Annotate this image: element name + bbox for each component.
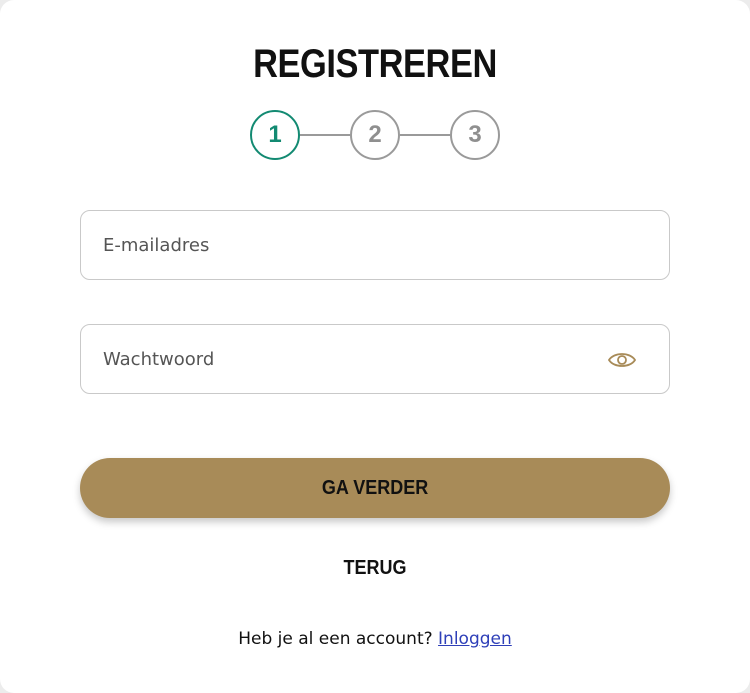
step-1: 1 xyxy=(250,110,300,160)
step-indicator: 1 2 3 xyxy=(250,110,500,160)
login-prompt: Heb je al een account? Inloggen xyxy=(0,629,750,649)
back-button-label: TERUG xyxy=(343,556,407,579)
login-link[interactable]: Inloggen xyxy=(438,629,512,649)
step-3: 3 xyxy=(450,110,500,160)
email-field[interactable] xyxy=(81,211,669,279)
back-button[interactable]: TERUG xyxy=(300,552,450,584)
step-connector xyxy=(300,134,350,136)
password-field[interactable] xyxy=(81,325,669,393)
continue-button-label: GA VERDER xyxy=(321,476,429,499)
continue-button[interactable]: GA VERDER xyxy=(80,458,670,518)
step-connector xyxy=(400,134,450,136)
page-title: REGISTREREN xyxy=(253,42,497,86)
email-field-wrapper xyxy=(80,210,670,280)
login-prompt-text: Heb je al een account? xyxy=(238,629,439,649)
eye-icon[interactable] xyxy=(607,349,637,371)
registration-card: REGISTREREN 1 2 3 GA VERDER TERUG Heb je… xyxy=(0,0,750,693)
step-2: 2 xyxy=(350,110,400,160)
password-field-wrapper xyxy=(80,324,670,394)
